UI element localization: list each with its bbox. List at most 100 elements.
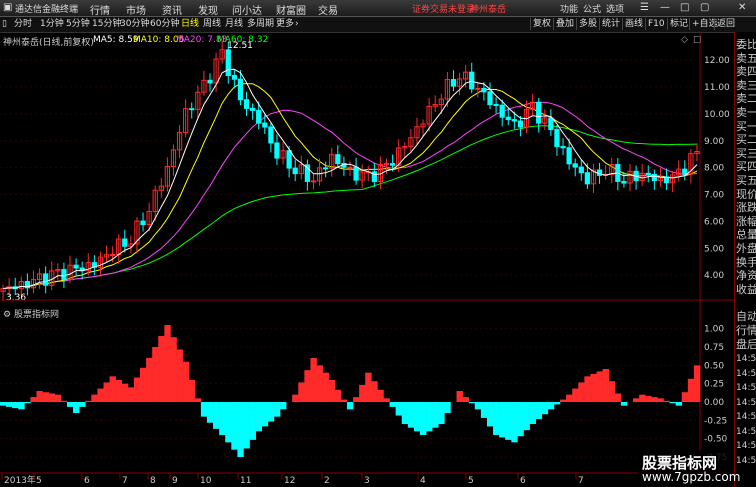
date-tick-label: 5 bbox=[36, 476, 42, 486]
indicator-bar bbox=[170, 337, 177, 402]
restore-icon[interactable]: □ bbox=[680, 2, 689, 13]
candle-body bbox=[487, 91, 493, 106]
indicator-bar bbox=[206, 402, 214, 423]
more-chevron-icon[interactable]: › bbox=[295, 18, 299, 30]
indicator-bar bbox=[359, 384, 366, 402]
indicator-bar bbox=[353, 397, 360, 402]
candle-body bbox=[475, 87, 481, 90]
period-tab-30min[interactable]: 30分钟 bbox=[120, 18, 149, 30]
menu-item-wealth[interactable]: 财富圈 bbox=[276, 2, 306, 17]
toolbar-mark-button[interactable]: 标记 bbox=[667, 18, 688, 30]
indicator-axis: 1.000.750.500.250.00-0.25-0.50-0.75 bbox=[704, 325, 728, 463]
indicator-tick-label: 1.00 bbox=[704, 325, 724, 335]
candle-body bbox=[109, 253, 116, 256]
period-tab-15min[interactable]: 15分钟 bbox=[92, 18, 121, 30]
indicator-bar bbox=[243, 402, 250, 449]
indicator-bar bbox=[280, 402, 287, 410]
indicator-bar bbox=[48, 393, 56, 402]
candle-body bbox=[335, 154, 341, 165]
minimize-icon[interactable]: — bbox=[660, 2, 670, 13]
period-tab-5min[interactable]: 5分钟 bbox=[66, 18, 90, 30]
menu-item-market[interactable]: 市场 bbox=[126, 2, 146, 17]
period-tab-60min[interactable]: 60分钟 bbox=[150, 18, 179, 30]
indicator-bar bbox=[152, 347, 159, 402]
indicator-bar bbox=[517, 402, 524, 437]
indicator-bar bbox=[420, 402, 427, 435]
indicator-bar bbox=[115, 380, 123, 402]
indicator-bar bbox=[261, 402, 269, 427]
indicator-tick-label: -0.50 bbox=[704, 435, 728, 445]
menu-item-discover[interactable]: 发现 bbox=[198, 2, 218, 17]
quote-side-panel: 委比 卖五 卖四 卖三 卖二 卖一 买一 买二 买三 买四 买五 现价 涨跌 涨幅 总量 外盘 换手 净资 收益 自动… bbox=[734, 32, 756, 487]
indicator-bars bbox=[0, 325, 701, 457]
menu-item-formula[interactable]: 公式 bbox=[583, 2, 601, 15]
toolbar-overlay-button[interactable]: 叠加 bbox=[553, 18, 574, 30]
candle-body bbox=[621, 180, 627, 184]
indicator-bar bbox=[462, 397, 469, 402]
period-tab-daily[interactable]: 日线 bbox=[181, 18, 199, 30]
period-tab-1min[interactable]: 1分钟 bbox=[40, 18, 64, 30]
period-tab-monthly[interactable]: 月线 bbox=[225, 18, 243, 30]
candle-body bbox=[140, 220, 146, 226]
candle-body bbox=[651, 173, 657, 182]
indicator-bar bbox=[164, 325, 171, 402]
indicator-bar bbox=[438, 402, 445, 424]
menu-item-trade[interactable]: 交易 bbox=[318, 2, 338, 17]
menu-item-quotes[interactable]: 行情 bbox=[90, 2, 110, 17]
indicator-bar bbox=[158, 336, 165, 402]
toolbar-draw-button[interactable]: 画线 bbox=[622, 18, 643, 30]
toolbar-f10-button[interactable]: F10 bbox=[645, 18, 665, 30]
maximize-icon[interactable]: ▢ bbox=[700, 2, 709, 13]
indicator-bar bbox=[413, 402, 421, 432]
stock-link[interactable]: 神州泰岳 bbox=[470, 2, 506, 15]
indicator-tick-label: 0.25 bbox=[704, 380, 724, 390]
candle-body bbox=[536, 101, 542, 124]
period-tab-intraday[interactable]: 分时 bbox=[14, 18, 32, 30]
indicator-bar bbox=[566, 394, 573, 402]
indicator-bar bbox=[24, 402, 31, 404]
indicator-bar bbox=[523, 402, 530, 431]
toolbar-back-button[interactable]: 返回 bbox=[714, 18, 735, 30]
menu-item-function[interactable]: 功能 bbox=[560, 2, 578, 15]
toolbar-chart-icon[interactable]: ▯ bbox=[2, 18, 7, 30]
indicator-settings-icon[interactable]: ⚙ bbox=[3, 310, 14, 320]
menu-item-options[interactable]: 选项 bbox=[606, 2, 624, 15]
indicator-bar bbox=[85, 400, 92, 402]
indicator-bar bbox=[12, 402, 19, 409]
watermark: 股票指标网 www.7gpzb.com bbox=[638, 450, 740, 487]
close-icon[interactable]: ✕ bbox=[738, 2, 746, 13]
period-tab-multi[interactable]: 多周期 bbox=[247, 18, 274, 30]
chart-area[interactable]: 12.0011.0010.009.008.007.006.005.004.00 … bbox=[0, 32, 734, 487]
toolbar-adjust-button[interactable]: 复权 bbox=[530, 18, 551, 30]
indicator-tick-label: 0.75 bbox=[704, 343, 724, 353]
candle-body bbox=[560, 146, 566, 149]
indicator-bar bbox=[633, 398, 640, 402]
login-status[interactable]: 证券交易未登录 bbox=[412, 2, 475, 15]
menu-item-ask[interactable]: 问小达 bbox=[232, 2, 262, 17]
toolbar-stats-button[interactable]: 统计 bbox=[599, 18, 620, 30]
panel-mode-tab[interactable]: 盘后 bbox=[736, 336, 756, 352]
period-tab-more[interactable]: 更多 bbox=[276, 18, 294, 30]
indicator-bar bbox=[608, 381, 616, 402]
indicator-bar bbox=[377, 389, 384, 402]
indicator-bar bbox=[30, 397, 37, 402]
indicator-bar bbox=[669, 402, 676, 404]
candle-body bbox=[645, 172, 651, 175]
indicator-bar bbox=[596, 371, 603, 402]
period-tab-weekly[interactable]: 周线 bbox=[203, 18, 221, 30]
indicator-bar bbox=[91, 394, 98, 402]
date-tick-label: 10 bbox=[200, 476, 212, 486]
candle-body bbox=[323, 167, 329, 170]
indicator-bar bbox=[194, 398, 202, 402]
price-tick-label: 7.00 bbox=[704, 191, 724, 201]
indicator-bar bbox=[578, 382, 585, 402]
candle-body bbox=[682, 168, 688, 175]
toolbar-multi-stock-button[interactable]: 多股 bbox=[576, 18, 597, 30]
menu-item-news[interactable]: 资讯 bbox=[162, 2, 182, 17]
candle-body bbox=[231, 75, 237, 80]
date-tick-label: 6 bbox=[520, 476, 526, 486]
date-axis: 2013年 5 6 7 8 9 10 11 12 2 3 4 5 6 7 bbox=[1, 473, 584, 486]
candle-body bbox=[389, 163, 396, 166]
candle-body bbox=[73, 264, 79, 269]
skin-icon[interactable]: ☰ bbox=[640, 2, 649, 13]
